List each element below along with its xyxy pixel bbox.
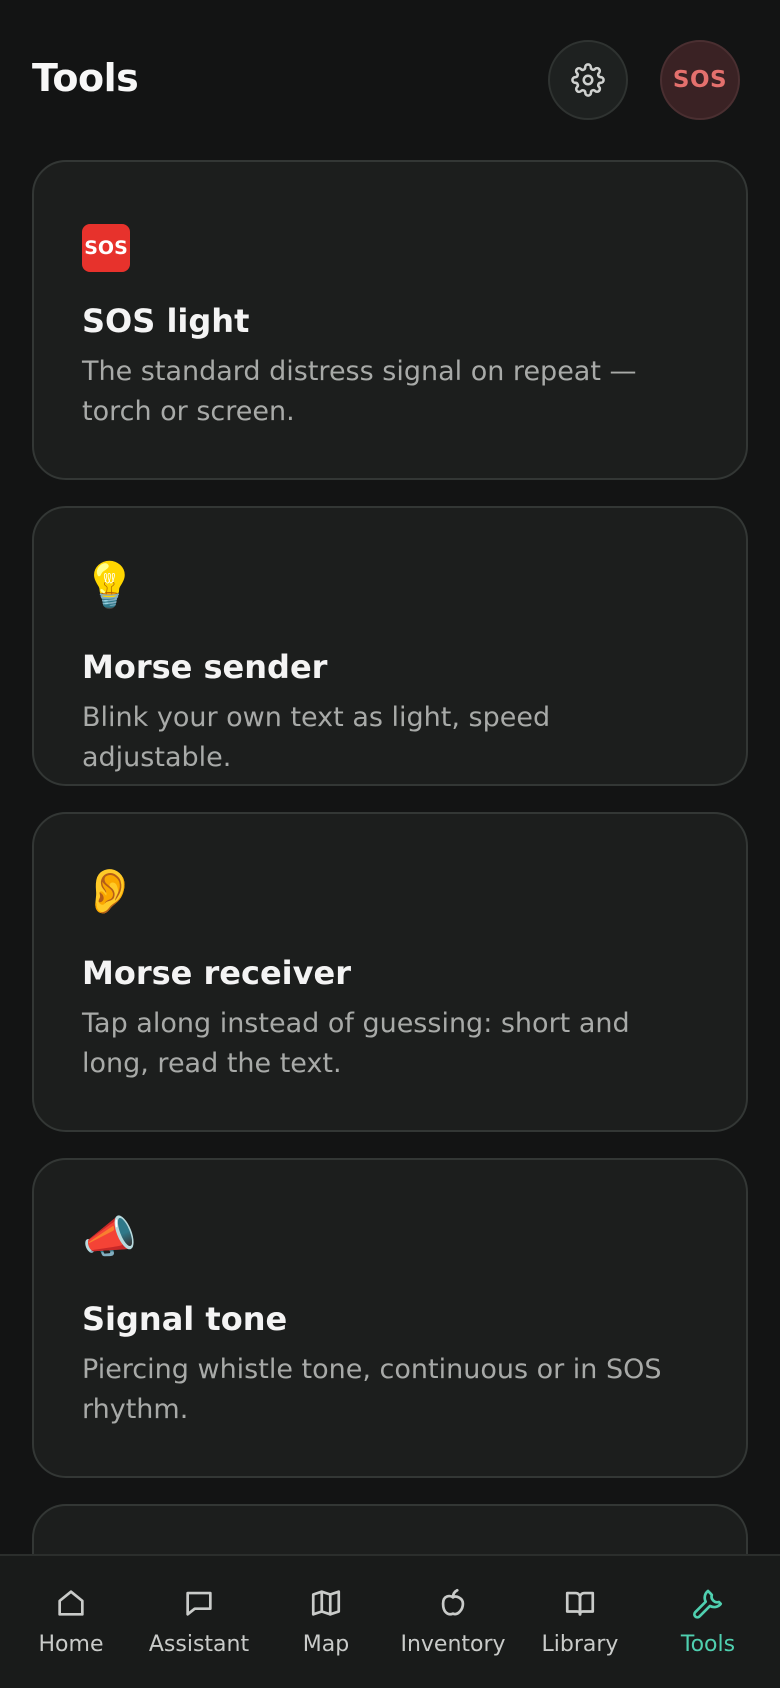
home-icon [58, 1590, 84, 1616]
header: Tools SOS [0, 0, 780, 160]
tool-card-morse-receiver[interactable]: 👂 Morse receiver Tap along instead of gu… [32, 812, 748, 1132]
bottom-nav: Home Assistant Map Inventory Library Too… [0, 1554, 780, 1688]
nav-item-assistant[interactable]: Assistant [135, 1556, 263, 1688]
nav-label: Home [38, 1632, 104, 1657]
apple-icon [441, 1588, 465, 1616]
nav-item-tools[interactable]: Tools [644, 1556, 772, 1688]
nav-label: Library [541, 1632, 619, 1657]
megaphone-icon: 📣 [82, 1212, 137, 1263]
tool-card-signal-tone[interactable]: 📣 Signal tone Piercing whistle tone, con… [32, 1158, 748, 1478]
tool-title: Signal tone [82, 1300, 288, 1338]
light-bulb-icon: 💡 [82, 560, 137, 611]
tool-description: Tap along instead of guessing: short and… [82, 1008, 630, 1079]
nav-label: Assistant [148, 1632, 250, 1657]
sos-emoji-icon: SOS [82, 214, 130, 272]
sos-button-label: SOS [672, 67, 728, 93]
tool-title: Morse receiver [82, 954, 351, 992]
tool-title: SOS light [82, 302, 250, 340]
nav-label: Tools [680, 1632, 736, 1657]
book-icon [565, 1591, 595, 1616]
page-title: Tools [32, 56, 139, 100]
tool-card-morse-sender[interactable]: 💡 Morse sender Blink your own text as li… [32, 506, 748, 786]
nav-item-home[interactable]: Home [7, 1556, 135, 1688]
tool-card-sos-light[interactable]: SOS SOS light The standard distress sign… [32, 160, 748, 480]
settings-button[interactable] [548, 40, 628, 120]
nav-label: Map [302, 1632, 350, 1657]
nav-item-map[interactable]: Map [262, 1556, 390, 1688]
chat-icon [186, 1591, 212, 1616]
nav-item-inventory[interactable]: Inventory [389, 1556, 517, 1688]
sos-button[interactable]: SOS [660, 40, 740, 120]
nav-item-library[interactable]: Library [516, 1556, 644, 1688]
ear-icon: 👂 [82, 866, 137, 917]
tool-title: Morse sender [82, 648, 328, 686]
tool-description: Piercing whistle tone, continuous or in … [82, 1354, 662, 1425]
gear-icon [571, 63, 605, 97]
tool-description: Blink your own text as light, speed adju… [82, 702, 551, 773]
map-icon [311, 1590, 341, 1616]
tool-description: The standard distress signal on repeat —… [82, 356, 637, 427]
nav-label: Inventory [400, 1632, 506, 1657]
tools-screen: Tools SOS SOS SOS light The standard dis… [0, 0, 780, 1688]
wrench-icon [693, 1589, 723, 1619]
